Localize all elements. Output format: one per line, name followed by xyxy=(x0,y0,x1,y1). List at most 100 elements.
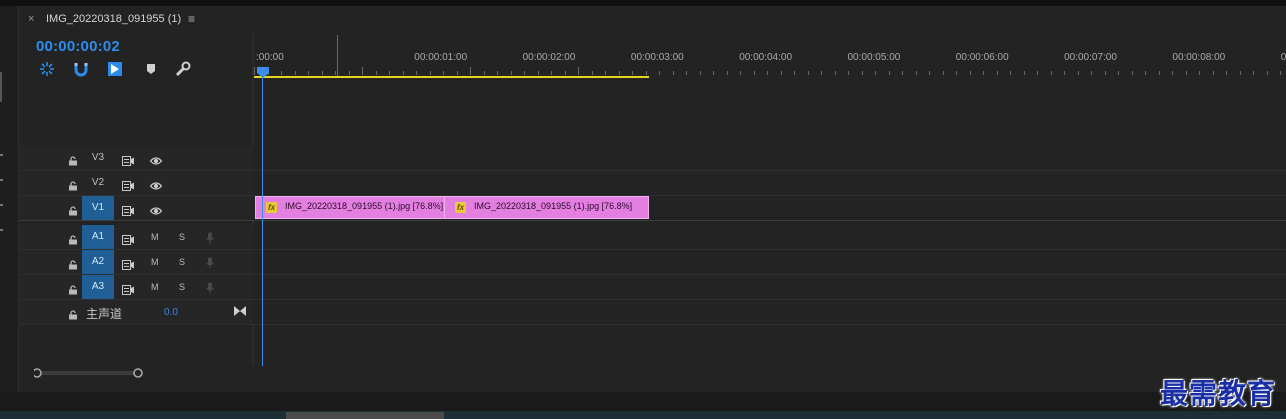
sync-lock-icon[interactable] xyxy=(122,282,134,295)
sequence-tab-title[interactable]: IMG_20220318_091955 (1) xyxy=(46,13,181,25)
ruler-tick xyxy=(1226,71,1227,75)
ruler-tick xyxy=(1131,71,1133,75)
ruler-tick xyxy=(996,71,998,75)
track-lock-icon[interactable] xyxy=(68,178,78,191)
track-lock-icon[interactable] xyxy=(68,257,78,270)
track-lock-icon[interactable] xyxy=(68,232,78,245)
linked-selection-icon[interactable] xyxy=(72,60,90,78)
track-lock-icon[interactable] xyxy=(68,153,78,166)
ruler-tick xyxy=(740,71,741,75)
go-to-next-edit-icon[interactable] xyxy=(234,303,246,316)
ruler-tick xyxy=(875,71,876,75)
ruler-tick xyxy=(605,71,606,75)
ruler-tick xyxy=(713,71,714,75)
solo-button[interactable]: S xyxy=(179,232,185,242)
ruler-tick xyxy=(537,71,539,75)
tab-close-button[interactable]: × xyxy=(28,13,34,25)
track-lock-icon[interactable] xyxy=(68,307,78,320)
toggle-output-eye-icon[interactable] xyxy=(149,203,163,215)
ruler-tick xyxy=(618,71,620,75)
ruler-tick xyxy=(767,71,768,75)
snap-icon[interactable] xyxy=(38,60,56,78)
playhead-timecode[interactable]: 00:00:00:02 xyxy=(36,38,120,55)
ruler-tick xyxy=(834,71,836,75)
track-label-a2[interactable]: A2 xyxy=(82,250,114,274)
master-volume-value[interactable]: 0.0 xyxy=(164,307,178,318)
fx-badge-icon[interactable]: fx xyxy=(266,202,277,213)
ruler-tick xyxy=(1185,71,1187,75)
ruler-tick xyxy=(1050,71,1052,75)
ruler-tick xyxy=(1023,71,1025,75)
video-clip[interactable]: fx IMG_20220318_091955 (1).jpg [76.8%] xyxy=(444,196,649,219)
playhead-handle-icon[interactable] xyxy=(257,65,269,78)
mute-button[interactable]: M xyxy=(151,282,159,292)
mute-button[interactable]: M xyxy=(151,232,159,242)
clip-label: IMG_20220318_091955 (1).jpg [76.8%] xyxy=(285,201,444,211)
ruler-tick xyxy=(497,71,498,75)
add-marker-icon[interactable] xyxy=(106,60,124,78)
ruler-tick xyxy=(969,71,971,75)
timeline-zoom-scrollbar[interactable] xyxy=(32,366,1284,380)
ruler-tick xyxy=(861,71,863,75)
ruler-tick xyxy=(780,71,782,75)
track-separator xyxy=(19,324,1286,325)
ruler-tick xyxy=(335,71,336,75)
ruler-label: 00:00:02:00 xyxy=(522,52,576,63)
toggle-output-eye-icon[interactable] xyxy=(149,178,163,190)
ruler-tick xyxy=(1118,71,1119,75)
ruler-tick xyxy=(1280,71,1281,75)
ruler-tick xyxy=(902,71,903,75)
ruler-tick xyxy=(456,71,458,75)
fx-badge-icon[interactable]: fx xyxy=(455,202,466,213)
track-label-a3[interactable]: A3 xyxy=(82,275,114,299)
sync-lock-icon[interactable] xyxy=(122,153,134,166)
sync-lock-icon[interactable] xyxy=(122,203,134,216)
track-label-v3[interactable]: V3 xyxy=(82,146,114,170)
track-lock-icon[interactable] xyxy=(68,282,78,295)
clip-label: IMG_20220318_091955 (1).jpg [76.8%] xyxy=(474,201,633,211)
voice-over-mic-icon[interactable] xyxy=(204,281,216,294)
voice-over-mic-icon[interactable] xyxy=(204,256,216,269)
track-label-v2[interactable]: V2 xyxy=(82,171,114,195)
sync-lock-icon[interactable] xyxy=(122,257,134,270)
solo-button[interactable]: S xyxy=(179,282,185,292)
ruler-tick xyxy=(1010,71,1011,75)
ruler-tick xyxy=(1212,71,1214,75)
ruler-tick xyxy=(807,71,809,75)
ruler-tick xyxy=(1172,71,1173,75)
ruler-tick xyxy=(375,71,377,75)
time-ruler[interactable]: :00:00 00:00:01:00 00:00:02:00 00:00:03:00 0… xyxy=(254,33,1286,80)
ruler-tick xyxy=(821,71,822,75)
ruler-tick xyxy=(470,67,471,75)
ruler-tick xyxy=(726,71,728,75)
playhead-line[interactable] xyxy=(262,76,263,366)
ruler-tick xyxy=(645,71,647,75)
solo-button[interactable]: S xyxy=(179,257,185,267)
ruler-label: 00:00:01:00 xyxy=(414,52,468,63)
bottom-scrollbar-thumb[interactable] xyxy=(286,412,444,419)
ruler-tick xyxy=(429,71,431,75)
track-label-v1[interactable]: V1 xyxy=(82,196,114,220)
settings-wrench-icon[interactable] xyxy=(174,60,192,78)
panel-menu-icon[interactable]: ≡ xyxy=(188,12,195,26)
ruler-tick xyxy=(348,71,350,75)
toggle-output-eye-icon[interactable] xyxy=(149,153,163,165)
sync-lock-icon[interactable] xyxy=(122,232,134,245)
mute-button[interactable]: M xyxy=(151,257,159,267)
marker-icon[interactable] xyxy=(142,60,160,78)
track-label-a1[interactable]: A1 xyxy=(82,225,114,249)
track-lock-icon[interactable] xyxy=(68,203,78,216)
ruler-tick xyxy=(321,71,323,75)
ruler-tick xyxy=(983,71,984,75)
ruler-tick xyxy=(389,71,390,75)
ruler-tick xyxy=(1064,71,1065,75)
work-area-bar[interactable] xyxy=(254,76,649,78)
voice-over-mic-icon[interactable] xyxy=(204,231,216,244)
ruler-label: 00:00:08:00 xyxy=(1172,52,1226,63)
video-clip[interactable]: fx IMG_20220318_091955 (1).jpg [76.8%] xyxy=(255,196,445,219)
sync-lock-icon[interactable] xyxy=(122,178,134,191)
tab-bar xyxy=(19,6,1286,32)
track-header-v2 xyxy=(19,171,253,195)
track-separator xyxy=(19,220,1286,221)
ruler-label: 00:00:06:00 xyxy=(955,52,1009,63)
